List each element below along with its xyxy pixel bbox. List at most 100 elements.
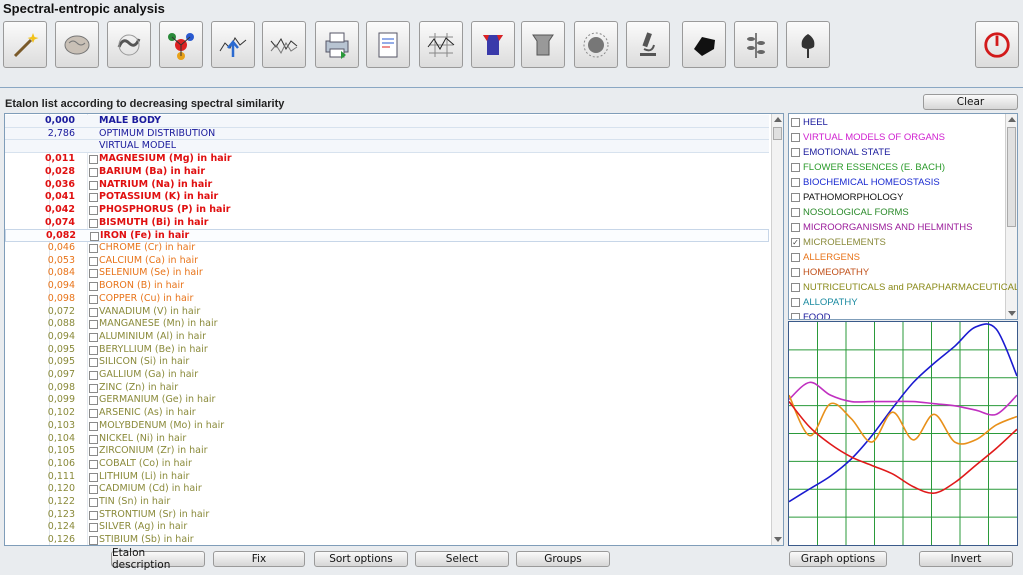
etalon-checkbox[interactable]	[89, 332, 98, 342]
toolbar-button-flower[interactable]	[786, 21, 830, 68]
toolbar-button-report[interactable]	[366, 21, 410, 68]
toolbar-button-herb[interactable]	[734, 21, 778, 68]
scroll-thumb[interactable]	[1007, 127, 1016, 227]
sort-options-button[interactable]: Sort options	[314, 551, 408, 567]
scroll-down-icon[interactable]	[774, 537, 782, 542]
group-checkbox[interactable]	[791, 313, 800, 319]
etalon-checkbox[interactable]	[89, 167, 98, 177]
list-item[interactable]: 0,053 CALCIUM (Ca) in hair	[5, 255, 769, 268]
group-checkbox[interactable]	[791, 163, 800, 172]
list-item[interactable]: 0,084 SELENIUM (Se) in hair	[5, 267, 769, 280]
group-checkbox[interactable]: ✓	[791, 238, 800, 247]
toolbar-button-spectrum-compare[interactable]	[262, 21, 306, 68]
etalon-checkbox[interactable]	[89, 434, 98, 444]
fix-button[interactable]: Fix	[213, 551, 305, 567]
etalon-description-button[interactable]: Etalon description	[111, 547, 205, 571]
etalon-checkbox[interactable]	[89, 320, 98, 330]
list-item[interactable]: 0,126 STIBIUM (Sb) in hair	[5, 534, 769, 545]
group-checkbox[interactable]	[791, 193, 800, 202]
list-item[interactable]: 0,072 VANADIUM (V) in hair	[5, 306, 769, 319]
list-item[interactable]: 0,103 MOLYBDENUM (Mo) in hair	[5, 420, 769, 433]
toolbar-button-molecule[interactable]	[159, 21, 203, 68]
etalon-checkbox[interactable]	[89, 472, 98, 482]
invert-button[interactable]: Invert	[919, 551, 1013, 567]
etalon-checkbox[interactable]	[89, 459, 98, 469]
toolbar-button-printer[interactable]	[315, 21, 359, 68]
list-item[interactable]: 0,097 GALLIUM (Ga) in hair	[5, 369, 769, 382]
group-checkbox[interactable]	[791, 283, 800, 292]
etalon-checkbox[interactable]	[89, 205, 98, 215]
toolbar-button-microscope[interactable]	[626, 21, 670, 68]
toolbar-button-pillar-colored[interactable]	[471, 21, 515, 68]
scroll-down-icon[interactable]	[1008, 311, 1016, 316]
etalon-checkbox[interactable]	[89, 307, 98, 317]
etalon-checkbox[interactable]	[89, 345, 98, 355]
list-item[interactable]: 0,088 MANGANESE (Mn) in hair	[5, 318, 769, 331]
etalon-checkbox[interactable]	[89, 193, 98, 203]
etalon-checkbox[interactable]	[89, 180, 98, 190]
toolbar-button-pillar-gray[interactable]	[521, 21, 565, 68]
etalon-checkbox[interactable]	[89, 218, 98, 228]
list-item[interactable]: 0,123 STRONTIUM (Sr) in hair	[5, 509, 769, 522]
list-item[interactable]: 0,036 NATRIUM (Na) in hair	[5, 179, 769, 192]
etalon-checkbox[interactable]	[89, 371, 98, 380]
etalon-checkbox[interactable]	[89, 409, 98, 419]
list-item[interactable]: 0,095 BERYLLIUM (Be) in hair	[5, 344, 769, 357]
list-item[interactable]: 0,042 PHOSPHORUS (P) in hair	[5, 204, 769, 217]
list-item[interactable]: 0,094 BORON (B) in hair	[5, 280, 769, 293]
group-checkbox[interactable]	[791, 268, 800, 277]
list-item[interactable]: VIRTUAL MODEL	[5, 140, 769, 154]
list-item[interactable]: 0,046 CHROME (Cr) in hair	[5, 242, 769, 255]
graph-options-button[interactable]: Graph options	[789, 551, 887, 567]
list-item[interactable]: 0,099 GERMANIUM (Ge) in hair	[5, 394, 769, 407]
toolbar-button-virus[interactable]	[574, 21, 618, 68]
list-item[interactable]: 0,000 MALE BODY	[5, 115, 769, 128]
exit-button[interactable]	[975, 21, 1019, 68]
list-item[interactable]: 0,124 SILVER (Ag) in hair	[5, 521, 769, 534]
group-checkbox[interactable]	[791, 253, 800, 262]
group-checkbox[interactable]	[791, 178, 800, 187]
toolbar-button-spiral[interactable]	[107, 21, 151, 68]
list-item[interactable]: 0,095 SILICON (Si) in hair	[5, 356, 769, 369]
select-button[interactable]: Select	[415, 551, 509, 567]
group-checkbox[interactable]	[791, 133, 800, 142]
list-item[interactable]: 0,094 ALUMINIUM (Al) in hair	[5, 331, 769, 344]
toolbar-button-spectrum-up[interactable]	[211, 21, 255, 68]
list-item[interactable]: 0,106 COBALT (Co) in hair	[5, 458, 769, 471]
list-item[interactable]: 0,074 BISMUTH (Bi) in hair	[5, 217, 769, 230]
clear-button[interactable]: Clear	[923, 94, 1018, 110]
list-item[interactable]: 0,102 ARSENIC (As) in hair	[5, 407, 769, 420]
list-item[interactable]: 0,041 POTASSIUM (K) in hair	[5, 191, 769, 204]
list-item[interactable]: 0,082 IRON (Fe) in hair	[5, 229, 769, 242]
list-item[interactable]: 0,011 MAGNESIUM (Mg) in hair	[5, 153, 769, 166]
etalon-checkbox[interactable]	[89, 244, 98, 253]
scroll-up-icon[interactable]	[774, 117, 782, 122]
group-checkbox[interactable]	[791, 118, 800, 127]
etalon-checkbox[interactable]	[89, 155, 98, 165]
etalon-checkbox[interactable]	[89, 510, 98, 520]
list-item[interactable]: 0,105 ZIRCONIUM (Zr) in hair	[5, 445, 769, 458]
etalon-checkbox[interactable]	[89, 396, 98, 406]
toolbar-button-brain[interactable]	[55, 21, 99, 68]
list-item[interactable]: 0,111 LITHIUM (Li) in hair	[5, 471, 769, 484]
list-item[interactable]: 0,104 NICKEL (Ni) in hair	[5, 433, 769, 446]
groups-button[interactable]: Groups	[516, 551, 610, 567]
etalon-checkbox[interactable]	[89, 282, 98, 292]
etalon-checkbox[interactable]	[89, 294, 98, 304]
group-checkbox[interactable]	[791, 298, 800, 307]
etalon-checkbox[interactable]	[89, 498, 98, 507]
etalon-checkbox[interactable]	[89, 536, 98, 545]
list-item[interactable]: 0,098 ZINC (Zn) in hair	[5, 382, 769, 395]
group-checkbox[interactable]	[791, 223, 800, 232]
list-item[interactable]: 0,028 BARIUM (Ba) in hair	[5, 166, 769, 179]
etalon-checkbox[interactable]	[89, 269, 98, 279]
toolbar-button-wave-grid[interactable]	[419, 21, 463, 68]
scroll-up-icon[interactable]	[1008, 117, 1016, 122]
etalon-checkbox[interactable]	[90, 232, 99, 242]
etalon-checkbox[interactable]	[89, 358, 98, 368]
etalon-checkbox[interactable]	[89, 523, 98, 533]
list-item[interactable]: 2,786 OPTIMUM DISTRIBUTION	[5, 127, 769, 141]
etalon-checkbox[interactable]	[89, 447, 98, 457]
group-checkbox[interactable]	[791, 208, 800, 217]
list-item[interactable]: 0,120 CADMIUM (Cd) in hair	[5, 483, 769, 496]
